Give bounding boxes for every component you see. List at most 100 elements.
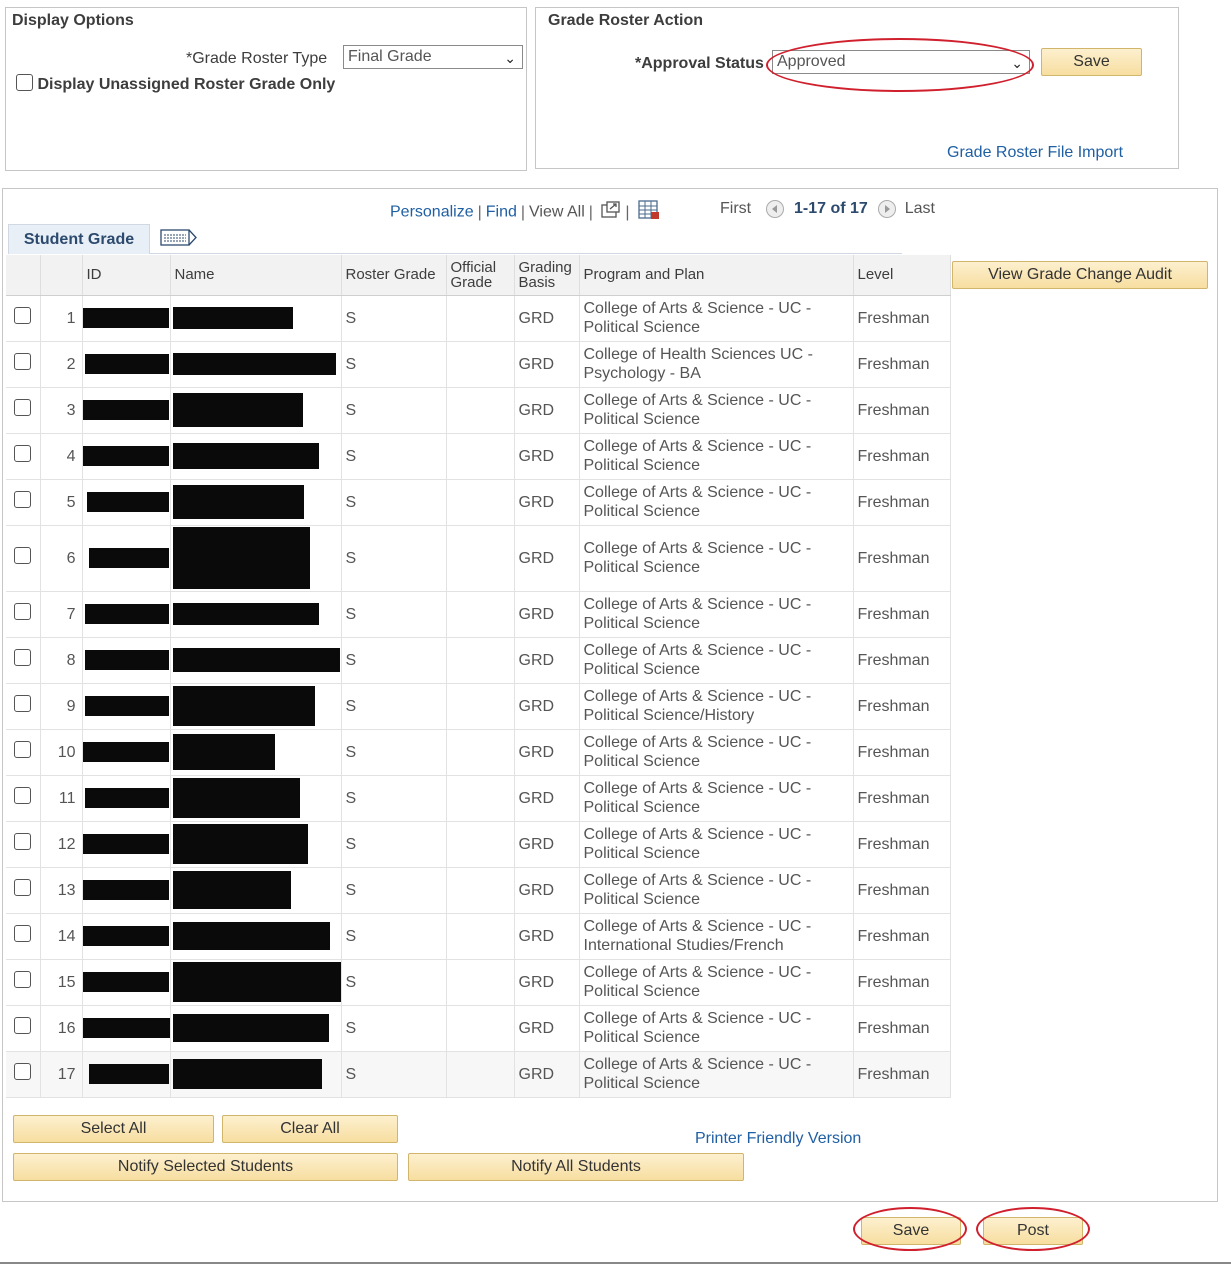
grade-roster-action-title: Grade Roster Action — [548, 12, 703, 29]
row-select-cell — [6, 867, 41, 914]
redacted-name — [172, 353, 336, 375]
roster-grade-column-header[interactable]: Roster Grade — [341, 255, 447, 296]
approval-status-select[interactable]: Approved ⌄ — [772, 50, 1030, 74]
unassigned-checkbox[interactable] — [16, 74, 33, 91]
roster-grade-cell[interactable]: S — [341, 1005, 447, 1052]
roster-grade-cell[interactable]: S — [341, 913, 447, 960]
row-checkbox[interactable] — [14, 879, 32, 896]
row-checkbox[interactable] — [14, 787, 32, 804]
grading-basis-column-header[interactable]: Grading Basis — [514, 255, 580, 296]
student-name-cell — [170, 1051, 342, 1098]
row-checkbox[interactable] — [14, 603, 32, 620]
next-page-icon[interactable] — [878, 200, 897, 218]
program-plan-column-header[interactable]: Program and Plan — [579, 255, 854, 296]
student-name-cell — [170, 683, 342, 730]
row-select-cell — [6, 1005, 41, 1052]
roster-grade-cell[interactable]: S — [341, 729, 447, 776]
row-select-cell — [6, 591, 41, 638]
grade-roster-action-panel: Grade Roster Action *Approval Status App… — [535, 7, 1179, 169]
grade-roster-file-import-link[interactable]: Grade Roster File Import — [947, 144, 1123, 162]
roster-grade-cell[interactable]: S — [341, 295, 447, 342]
post-button[interactable]: Post — [983, 1217, 1083, 1245]
level-cell: Freshman — [853, 867, 951, 914]
row-checkbox[interactable] — [14, 307, 32, 324]
row-select-cell — [6, 1051, 41, 1098]
table-row: 1 S GRD College of Arts & Science - UC - Pol… — [6, 295, 951, 342]
roster-grade-cell[interactable]: S — [341, 775, 447, 822]
roster-grade-cell[interactable]: S — [341, 959, 447, 1006]
roster-grade-cell[interactable]: S — [341, 821, 447, 868]
row-checkbox[interactable] — [14, 491, 32, 508]
notify-all-students-button[interactable]: Notify All Students — [408, 1153, 744, 1181]
redacted-id — [84, 650, 169, 670]
roster-grade-cell[interactable]: S — [341, 387, 447, 434]
redacted-name — [172, 1014, 329, 1042]
program-plan-cell: College of Arts & Science - UC - Politica… — [579, 683, 854, 730]
row-number: 13 — [40, 867, 83, 914]
row-checkbox[interactable] — [14, 399, 32, 416]
row-number: 17 — [40, 1051, 83, 1098]
row-checkbox[interactable] — [14, 445, 32, 462]
row-checkbox[interactable] — [14, 547, 32, 564]
student-name-cell — [170, 637, 342, 684]
roster-grade-cell[interactable]: S — [341, 637, 447, 684]
previous-page-icon[interactable] — [765, 200, 784, 218]
roster-grade-cell[interactable]: S — [341, 683, 447, 730]
row-checkbox[interactable] — [14, 925, 32, 942]
roster-grade-cell[interactable]: S — [341, 1051, 447, 1098]
student-name-cell — [170, 821, 342, 868]
row-checkbox[interactable] — [14, 741, 32, 758]
grading-basis-cell: GRD — [514, 341, 580, 388]
level-column-header[interactable]: Level — [853, 255, 951, 296]
program-plan-cell: College of Arts & Science - UC - Politica… — [579, 775, 854, 822]
roster-grade-cell[interactable]: S — [341, 525, 447, 592]
tab-student-grade[interactable]: Student Grade — [8, 224, 150, 254]
table-row: 6 S GRD College of Arts & Science - UC - Pol… — [6, 525, 951, 592]
row-checkbox[interactable] — [14, 833, 32, 850]
table-row: 17 S GRD College of Arts & Science - UC - Po… — [6, 1051, 951, 1098]
student-id-cell — [82, 867, 171, 914]
roster-grade-cell[interactable]: S — [341, 433, 447, 480]
personalize-link[interactable]: Personalize — [390, 204, 474, 221]
student-id-cell — [82, 959, 171, 1006]
select-all-button[interactable]: Select All — [13, 1115, 214, 1143]
official-grade-cell — [446, 1051, 515, 1098]
view-all-link[interactable]: View All — [529, 204, 585, 221]
new-window-icon[interactable] — [601, 201, 621, 224]
level-cell: Freshman — [853, 433, 951, 480]
roster-grade-cell[interactable]: S — [341, 591, 447, 638]
row-select-cell — [6, 637, 41, 684]
row-checkbox[interactable] — [14, 649, 32, 666]
printer-friendly-link[interactable]: Printer Friendly Version — [695, 1130, 861, 1148]
notify-selected-students-button[interactable]: Notify Selected Students — [13, 1153, 398, 1181]
roster-grade-cell[interactable]: S — [341, 867, 447, 914]
row-checkbox[interactable] — [14, 695, 32, 712]
clear-all-button[interactable]: Clear All — [222, 1115, 398, 1143]
bottom-divider — [0, 1262, 1231, 1264]
row-checkbox[interactable] — [14, 971, 32, 988]
save-button[interactable]: Save — [861, 1217, 961, 1245]
student-name-cell — [170, 525, 342, 592]
row-select-cell — [6, 433, 41, 480]
roster-grade-cell[interactable]: S — [341, 341, 447, 388]
row-checkbox[interactable] — [14, 1063, 32, 1080]
row-select-cell — [6, 959, 41, 1006]
row-checkbox[interactable] — [14, 1017, 32, 1034]
student-id-cell — [82, 1051, 171, 1098]
show-all-columns-icon[interactable] — [160, 228, 198, 253]
find-link[interactable]: Find — [486, 204, 517, 221]
grade-roster-type-select[interactable]: Final Grade ⌄ — [343, 45, 523, 69]
approval-save-button[interactable]: Save — [1041, 48, 1142, 76]
view-grade-change-audit-button[interactable]: View Grade Change Audit — [952, 261, 1208, 289]
id-column-header[interactable]: ID — [82, 255, 171, 296]
row-number: 14 — [40, 913, 83, 960]
tab-underline — [150, 253, 902, 254]
redacted-id — [84, 354, 169, 374]
roster-grade-cell[interactable]: S — [341, 479, 447, 526]
official-grade-cell — [446, 775, 515, 822]
download-spreadsheet-icon[interactable] — [638, 200, 660, 225]
official-grade-column-header[interactable]: Official Grade — [446, 255, 515, 296]
name-column-header[interactable]: Name — [170, 255, 342, 296]
row-checkbox[interactable] — [14, 353, 32, 370]
level-cell: Freshman — [853, 525, 951, 592]
